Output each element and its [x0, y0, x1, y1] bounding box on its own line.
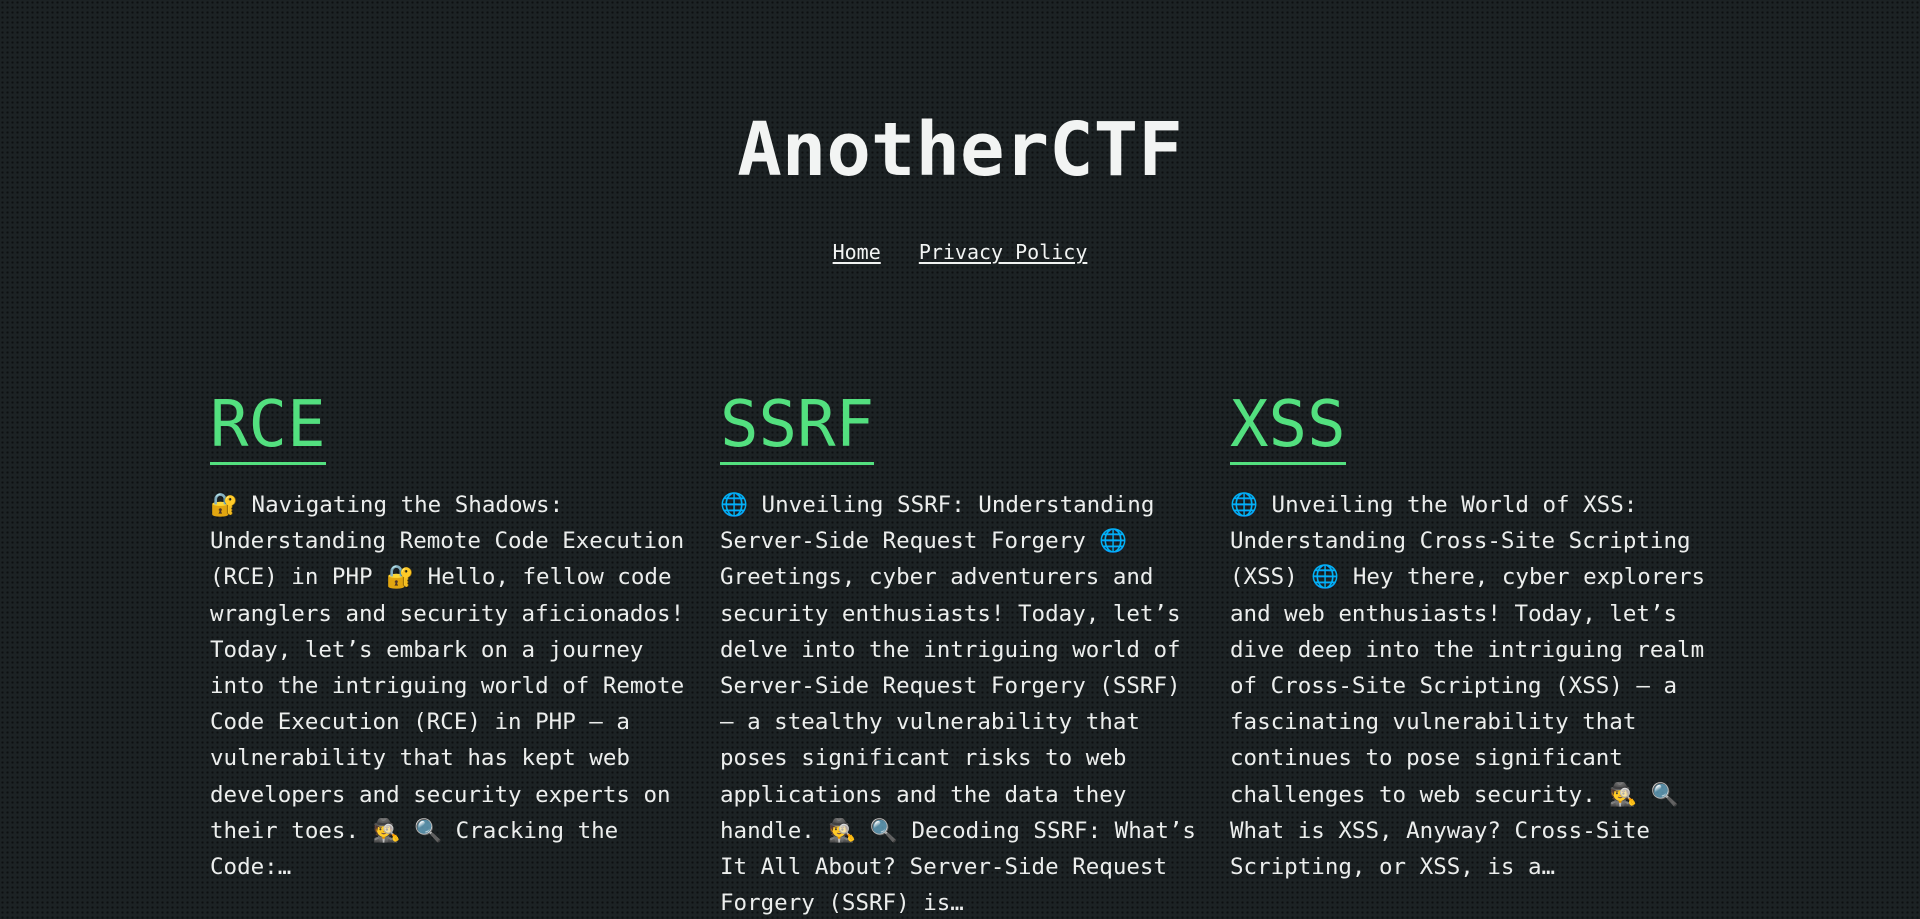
main-nav: Home Privacy Policy: [0, 240, 1920, 264]
post-title-link-xss[interactable]: XSS: [1230, 388, 1346, 465]
post-card-xss: XSS 🌐 Unveiling the World of XSS: Unders…: [1230, 385, 1710, 885]
post-card-rce: RCE 🔐 Navigating the Shadows: Understand…: [210, 385, 690, 885]
post-excerpt: 🌐 Unveiling SSRF: Understanding Server-S…: [720, 492, 1196, 917]
site-title[interactable]: AnotherCTF: [0, 100, 1920, 200]
site-header: AnotherCTF: [0, 100, 1920, 200]
post-excerpt: 🔐 Navigating the Shadows: Understanding …: [210, 492, 685, 881]
post-title: SSRF: [720, 385, 1200, 465]
nav-privacy-policy-link[interactable]: Privacy Policy: [919, 240, 1088, 264]
nav-home-link[interactable]: Home: [833, 240, 881, 264]
post-title: RCE: [210, 385, 690, 465]
post-card-ssrf: SSRF 🌐 Unveiling SSRF: Understanding Ser…: [720, 385, 1200, 919]
post-excerpt: 🌐 Unveiling the World of XSS: Understand…: [1230, 492, 1706, 881]
post-title: XSS: [1230, 385, 1710, 465]
post-title-link-ssrf[interactable]: SSRF: [720, 388, 875, 465]
post-title-link-rce[interactable]: RCE: [210, 388, 326, 465]
